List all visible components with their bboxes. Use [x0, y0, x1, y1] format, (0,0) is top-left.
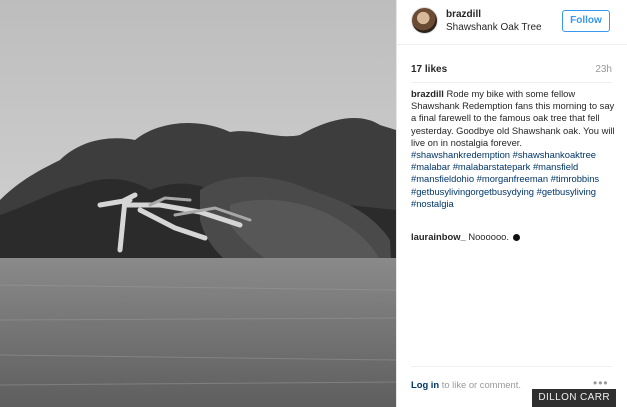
login-prompt-text: to like or comment.: [441, 379, 521, 390]
post-photo[interactable]: [0, 0, 396, 407]
comment: laurainbow_ Noooooo.: [411, 231, 616, 243]
fallen-oak-photo: [0, 0, 396, 407]
login-prompt: Log in to like or comment.: [411, 379, 521, 390]
likes-row: 17 likes 23h: [411, 64, 612, 78]
post-timestamp[interactable]: 23h: [595, 64, 612, 75]
caption-username[interactable]: brazdill: [411, 88, 444, 99]
divider: [411, 82, 612, 83]
post-sidebar: brazdill Shawshank Oak Tree Follow 17 li…: [396, 0, 627, 407]
post-header: brazdill Shawshank Oak Tree Follow: [397, 0, 627, 45]
divider: [411, 366, 612, 367]
post-location[interactable]: Shawshank Oak Tree: [446, 22, 542, 33]
comment-text: Noooooo.: [468, 231, 509, 242]
caption-hashtags[interactable]: #shawshankredemption #shawshankoaktree #…: [411, 149, 599, 209]
login-link[interactable]: Log in: [411, 379, 439, 390]
avatar[interactable]: [411, 7, 438, 34]
comment-username[interactable]: laurainbow_: [411, 231, 466, 242]
follow-button[interactable]: Follow: [562, 10, 610, 32]
post-username[interactable]: brazdill: [446, 9, 481, 20]
more-options-icon[interactable]: •••: [593, 376, 609, 390]
photo-credit: DILLON CARR: [532, 389, 616, 407]
post-caption: brazdill Rode my bike with some fellow S…: [411, 88, 616, 210]
likes-count[interactable]: 17 likes: [411, 64, 447, 75]
emoji-icon: [512, 234, 520, 241]
